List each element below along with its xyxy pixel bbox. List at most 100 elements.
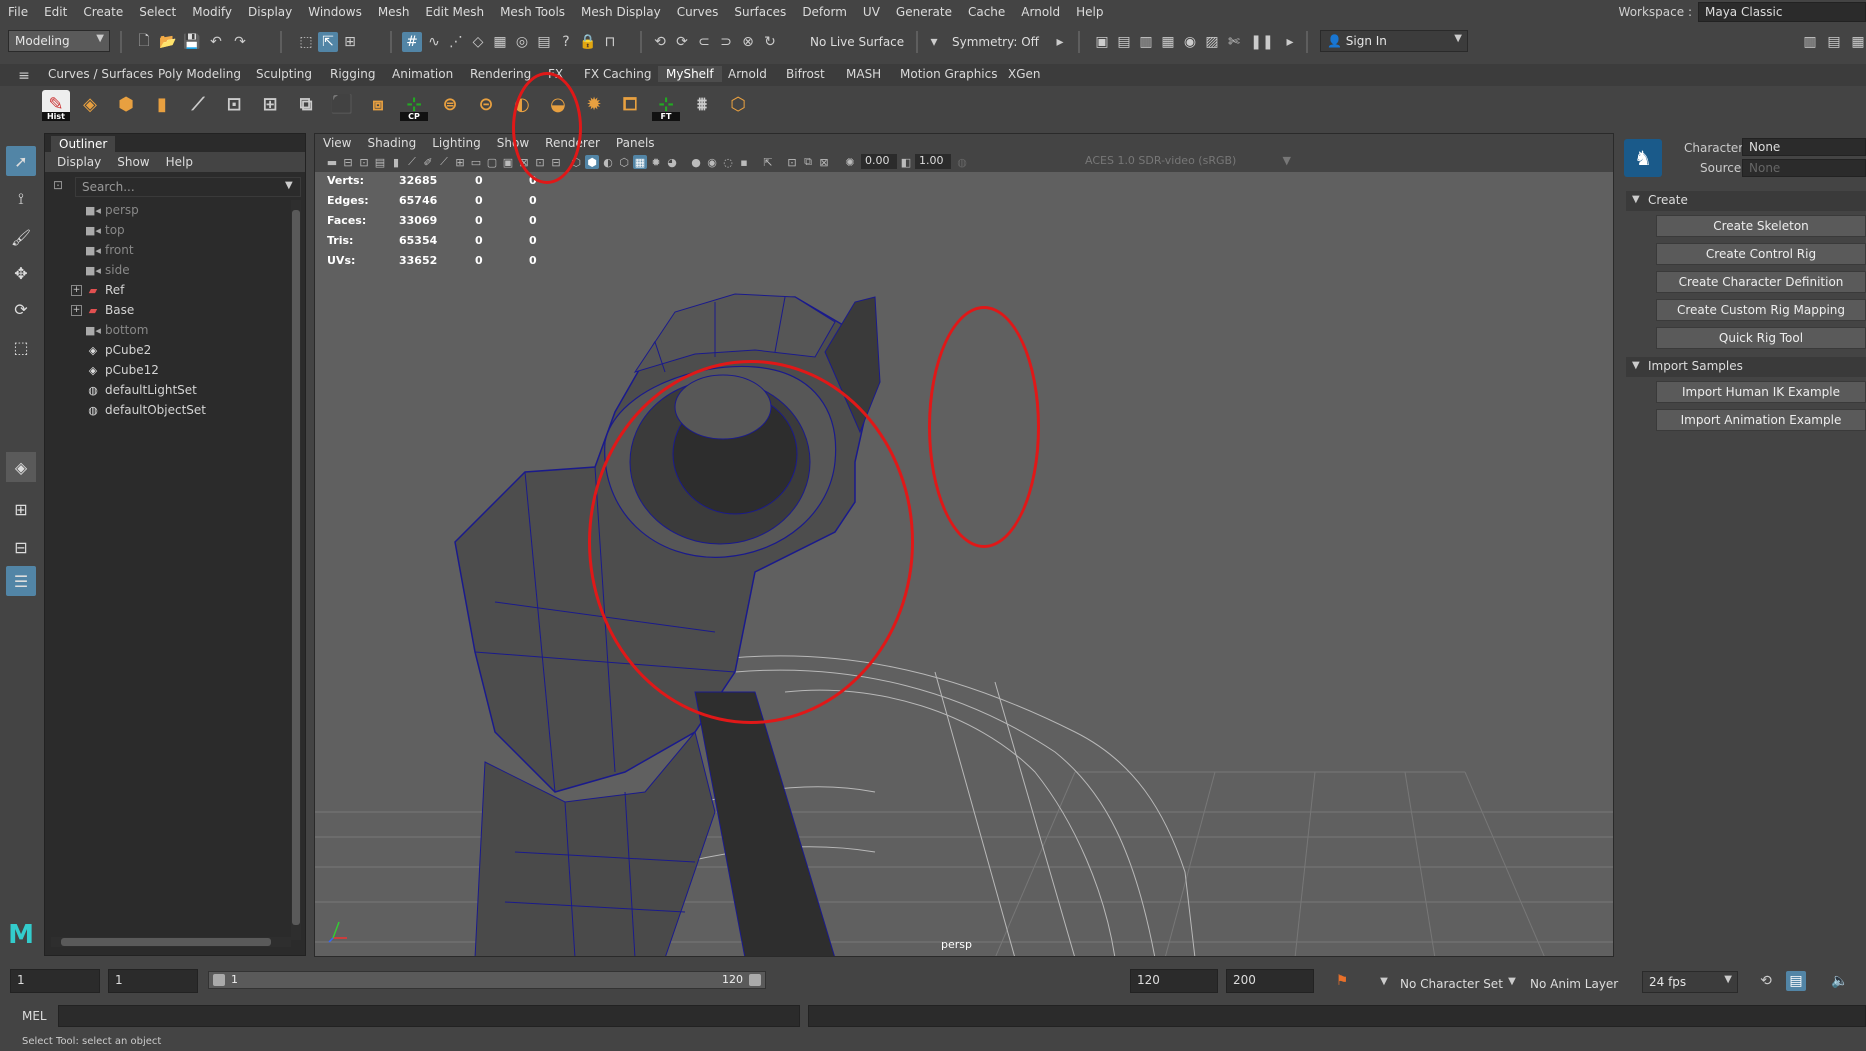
colorspace-dropdown[interactable]: ACES 1.0 SDR-video (sRGB) ▼ xyxy=(1085,154,1295,169)
gamma-icon[interactable]: ◧ xyxy=(899,155,913,169)
mirror-icon[interactable]: ⧉ xyxy=(292,90,320,118)
film-gate-icon[interactable]: ▭ xyxy=(469,155,483,169)
create-custom-rig-mapping-button[interactable]: Create Custom Rig Mapping xyxy=(1656,299,1866,321)
import-human-ik-example-button[interactable]: Import Human IK Example xyxy=(1656,381,1866,403)
shelf-tab-myshelf[interactable]: MyShelf xyxy=(658,66,722,82)
bookmark-flag-icon[interactable]: ▮ xyxy=(389,155,403,169)
construction-history-icon[interactable]: ⟳ xyxy=(672,32,692,52)
camera-attributes-icon[interactable]: ⊟ xyxy=(341,155,355,169)
start-frame-field[interactable]: 1 xyxy=(10,969,100,993)
save-scene-icon[interactable]: 💾 xyxy=(182,32,202,52)
grease-pencil-icon[interactable]: ✐ xyxy=(421,155,435,169)
shadows-icon[interactable]: ◕ xyxy=(665,155,679,169)
outliner-item[interactable]: + ▰ Ref xyxy=(45,280,290,300)
outliner-vertical-scrollbar[interactable] xyxy=(291,200,301,940)
menu-curves[interactable]: Curves xyxy=(669,5,727,19)
chevron-right-icon[interactable]: ▸ xyxy=(1280,32,1300,52)
snap-icon[interactable]: ▤ xyxy=(534,32,554,52)
outliner-item[interactable]: ■◂ side xyxy=(45,260,290,280)
select-component-icon[interactable]: ⊞ xyxy=(340,32,360,52)
isolate-select-icon[interactable]: ⇱ xyxy=(761,155,775,169)
channel-box-icon[interactable]: ▦ xyxy=(1848,32,1866,52)
align-icon[interactable]: ⩩ xyxy=(688,90,716,118)
center-pivot-icon[interactable]: ◈ xyxy=(76,90,104,118)
menu-arnold[interactable]: Arnold xyxy=(1013,5,1068,19)
sign-in-dropdown[interactable]: 👤 Sign In ▼ xyxy=(1320,30,1468,52)
live-surface-field[interactable]: No Live Surface xyxy=(804,32,910,52)
menu-mesh-display[interactable]: Mesh Display xyxy=(573,5,669,19)
loop-icon[interactable]: ⊃ xyxy=(716,32,736,52)
expand-icon[interactable]: + xyxy=(71,284,82,296)
box-icon[interactable]: ⬡ xyxy=(724,90,752,118)
snap-surface-icon[interactable]: ▦ xyxy=(490,32,510,52)
character-dropdown[interactable]: None xyxy=(1742,138,1866,156)
create-character-definition-button[interactable]: Create Character Definition xyxy=(1656,271,1866,293)
snap-grid-icon[interactable]: # xyxy=(402,32,422,52)
menu-windows[interactable]: Windows xyxy=(300,5,370,19)
menu-surfaces[interactable]: Surfaces xyxy=(726,5,794,19)
outliner-item[interactable]: ◈ pCube12 xyxy=(45,360,290,380)
menu-edit[interactable]: Edit xyxy=(36,5,75,19)
scrollbar-thumb[interactable] xyxy=(61,938,271,946)
wireframe-on-shaded-icon[interactable]: ⬡ xyxy=(617,155,631,169)
four-view-layout-icon[interactable]: ⊞ xyxy=(6,494,36,524)
menu-deform[interactable]: Deform xyxy=(794,5,855,19)
default-material-icon[interactable]: ◐ xyxy=(601,155,615,169)
single-perspective-layout-icon[interactable]: ◈ xyxy=(6,452,36,482)
extrude-icon[interactable]: ▮ xyxy=(148,90,176,118)
shelf-tab-fx-caching[interactable]: FX Caching xyxy=(576,66,659,82)
resolution-gate-icon[interactable]: ▢ xyxy=(485,155,499,169)
center-pivot-axis-icon[interactable]: ⊹ CP xyxy=(400,90,428,121)
use-all-lights-icon[interactable]: ✹ xyxy=(649,155,663,169)
menu-mesh-tools[interactable]: Mesh Tools xyxy=(492,5,573,19)
render-frame-icon[interactable]: ▤ xyxy=(1114,32,1134,52)
shelf-tab-animation[interactable]: Animation xyxy=(384,66,461,82)
menu-uv[interactable]: UV xyxy=(855,5,888,19)
move-tool-icon[interactable]: ✥ xyxy=(6,258,36,288)
snap-live-icon[interactable]: ◎ xyxy=(512,32,532,52)
refresh-icon[interactable]: ↻ xyxy=(760,32,780,52)
gamma-field[interactable]: 1.00 xyxy=(915,154,951,169)
viewport-menu-lighting[interactable]: Lighting xyxy=(424,136,489,150)
outliner-item[interactable]: ◍ defaultLightSet xyxy=(45,380,290,400)
workspace-selector[interactable]: Workspace : Maya Classic xyxy=(1619,2,1866,22)
textured-icon[interactable]: ⊠ xyxy=(817,155,831,169)
select-camera-icon[interactable]: ▬ xyxy=(325,155,339,169)
outliner-menu-display[interactable]: Display xyxy=(57,155,101,169)
loop-playback-icon[interactable]: ⟲ xyxy=(1756,971,1776,991)
menu-edit-mesh[interactable]: Edit Mesh xyxy=(417,5,492,19)
new-scene-icon[interactable]: 🗋 xyxy=(134,32,154,52)
chevron-down-icon[interactable]: ▼ xyxy=(285,180,293,191)
outliner-horizontal-scrollbar[interactable] xyxy=(51,937,291,947)
playback-end-field[interactable]: 120 xyxy=(1130,969,1218,993)
snap-curve-icon[interactable]: ∿ xyxy=(424,32,444,52)
select-hierarchy-icon[interactable]: ⬚ xyxy=(296,32,316,52)
cache-playback-icon[interactable]: ▤ xyxy=(1786,971,1806,991)
exposure-icon[interactable]: ✺ xyxy=(843,155,857,169)
help-snap-icon[interactable]: ? xyxy=(556,32,576,52)
chevron-down-icon[interactable]: ▾ xyxy=(924,32,944,52)
two-view-layout-icon[interactable]: ⊟ xyxy=(6,532,36,562)
freeze-transform-icon[interactable]: ⊹ FT xyxy=(652,90,680,121)
viewport-menu-shading[interactable]: Shading xyxy=(359,136,424,150)
menuset-dropdown[interactable]: Modeling ▼ xyxy=(8,30,110,52)
outliner-title[interactable]: Outliner xyxy=(51,136,116,152)
arnold-render-icon[interactable]: ▨ xyxy=(1202,32,1222,52)
arnold-ipr-icon[interactable]: ✄ xyxy=(1224,32,1244,52)
link-icon[interactable]: ⊗ xyxy=(738,32,758,52)
smooth-icon[interactable]: ⊜ xyxy=(436,90,464,118)
depth-of-field-icon[interactable]: ▪ xyxy=(737,155,751,169)
menu-file[interactable]: File xyxy=(0,5,36,19)
paint-select-tool-icon[interactable]: 🖌 xyxy=(6,222,36,252)
perspective-viewport[interactable]: View Shading Lighting Show Renderer Panels ▬ … xyxy=(314,133,1614,957)
outliner-item[interactable]: ■◂ bottom xyxy=(45,320,290,340)
multi-cut-icon[interactable]: ⟋ xyxy=(184,90,212,118)
xray-icon[interactable]: ▦ xyxy=(633,155,647,169)
menu-mesh[interactable]: Mesh xyxy=(370,5,418,19)
2d-pan-icon[interactable]: ⟋ xyxy=(405,155,419,169)
history-toggle-icon[interactable]: ✎ Hist xyxy=(42,90,70,121)
anim-end-field[interactable]: 200 xyxy=(1226,969,1314,993)
grid-icon[interactable]: ⊞ xyxy=(256,90,284,118)
lasso-tool-icon[interactable]: ⟟ xyxy=(6,184,36,214)
expand-icon[interactable]: + xyxy=(71,304,82,316)
